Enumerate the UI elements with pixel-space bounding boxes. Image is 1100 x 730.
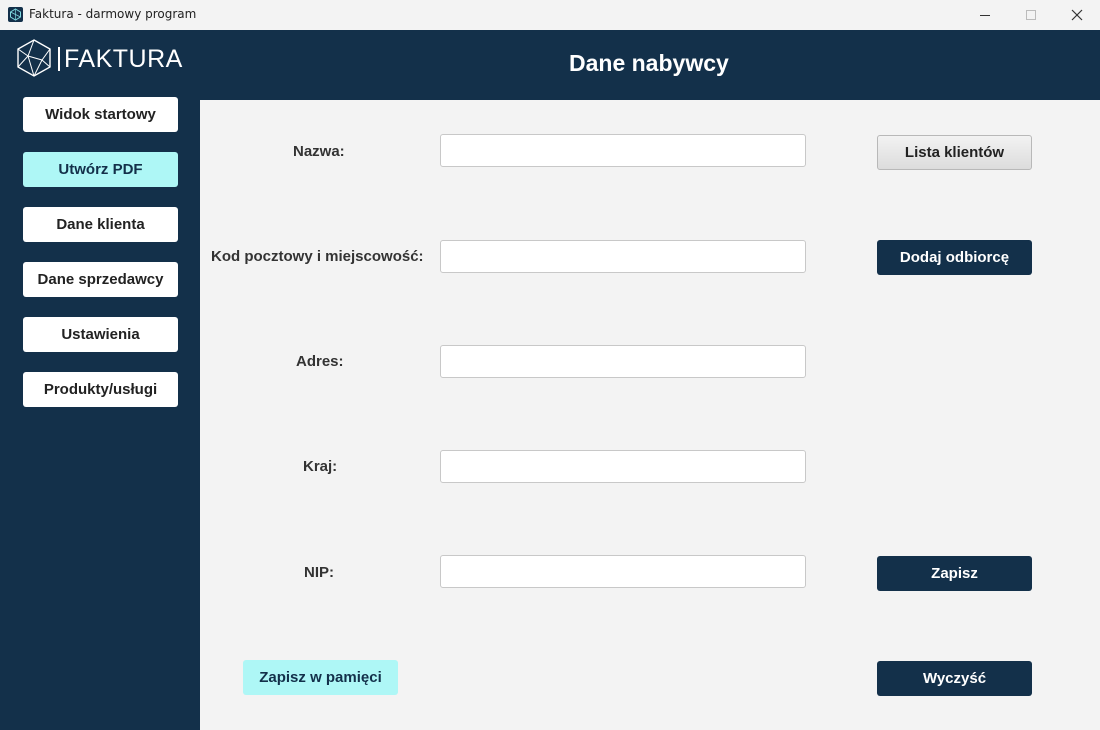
sidebar-item-products[interactable]: Produkty/usługi <box>23 372 178 407</box>
client-list-button[interactable]: Lista klientów <box>877 135 1032 170</box>
country-label: Kraj: <box>303 458 338 475</box>
nip-input[interactable] <box>440 555 806 588</box>
postal-city-label: Kod pocztowy i miejscowość: <box>211 248 424 265</box>
logo-text: FAKTURA <box>64 45 183 73</box>
sidebar-item-settings[interactable]: Ustawienia <box>23 317 178 352</box>
maximize-icon <box>1025 9 1036 20</box>
logo: FAKTURA <box>14 38 186 78</box>
save-button[interactable]: Zapisz <box>877 556 1032 591</box>
sidebar-item-client-data[interactable]: Dane klienta <box>23 207 178 242</box>
logo-icon <box>17 39 51 77</box>
nip-label: NIP: <box>304 564 334 581</box>
postal-city-input[interactable] <box>440 240 806 273</box>
save-to-memory-button[interactable]: Zapisz w pamięci <box>243 660 398 695</box>
close-icon <box>1071 9 1083 21</box>
address-input[interactable] <box>440 345 806 378</box>
app-icon <box>8 7 23 22</box>
close-button[interactable] <box>1054 0 1100 30</box>
country-input[interactable] <box>440 450 806 483</box>
add-recipient-button[interactable]: Dodaj odbiorcę <box>877 240 1032 275</box>
clear-button[interactable]: Wyczyść <box>877 661 1032 696</box>
sidebar-item-seller-data[interactable]: Dane sprzedawcy <box>23 262 178 297</box>
window-titlebar: Faktura - darmowy program <box>0 0 1100 30</box>
minimize-button[interactable] <box>962 0 1008 30</box>
name-label: Nazwa: <box>293 143 345 160</box>
sidebar: Widok startowy Utwórz PDF Dane klienta D… <box>0 97 200 730</box>
maximize-button[interactable] <box>1008 0 1054 30</box>
sidebar-item-start-view[interactable]: Widok startowy <box>23 97 178 132</box>
header-bar: FAKTURA Dane nabywcy <box>0 30 1100 100</box>
address-label: Adres: <box>296 353 344 370</box>
minimize-icon <box>979 14 990 16</box>
window-title: Faktura - darmowy program <box>29 7 197 21</box>
sidebar-item-create-pdf[interactable]: Utwórz PDF <box>23 152 178 187</box>
logo-divider <box>58 47 60 71</box>
name-input[interactable] <box>440 134 806 167</box>
page-title: Dane nabywcy <box>569 50 729 76</box>
